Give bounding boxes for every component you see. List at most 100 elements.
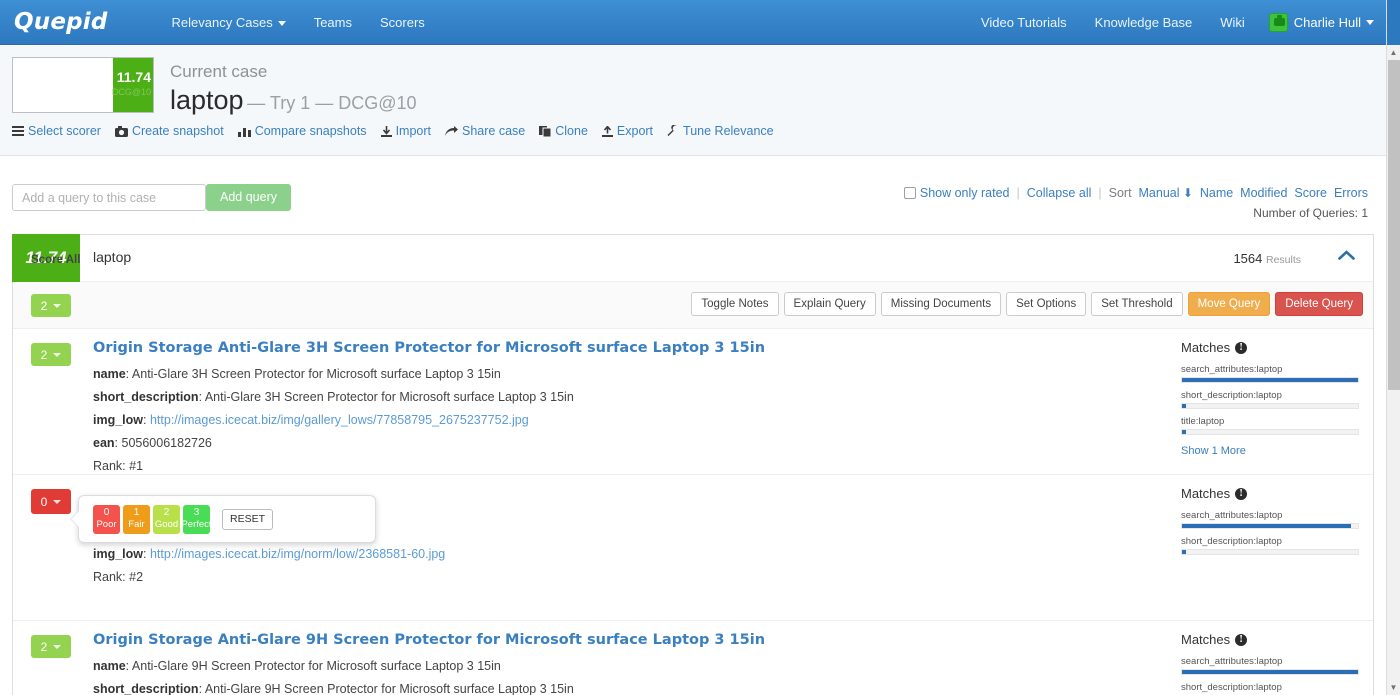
explain-query-button[interactable]: Explain Query xyxy=(783,292,876,316)
sort-errors-link[interactable]: Errors xyxy=(1334,186,1368,200)
document-rating-dropdown[interactable]: 0 xyxy=(31,489,71,514)
document-title[interactable]: Origin Storage Anti-Glare 9H Screen Prot… xyxy=(93,632,765,648)
case-score-value: 11.74 xyxy=(116,69,151,85)
matches-title: Matches ! xyxy=(1181,632,1359,647)
nav-item-knowledge-base[interactable]: Knowledge Base xyxy=(1081,0,1207,45)
match-bar-fill xyxy=(1182,378,1358,382)
sort-score-link[interactable]: Score xyxy=(1294,186,1327,200)
rating-option-poor[interactable]: 0 Poor xyxy=(93,504,120,534)
info-circle-icon[interactable]: ! xyxy=(1235,341,1248,354)
match-label: title:laptop xyxy=(1181,416,1225,427)
match-bar xyxy=(1181,549,1359,555)
rating-popover: 0 Poor 1 Fair 2 Good 3 Perfect RESET xyxy=(70,495,376,543)
document-rating-dropdown[interactable]: 2 xyxy=(31,635,71,658)
match-bar xyxy=(1181,429,1359,435)
collapse-all-link[interactable]: Collapse all xyxy=(1027,186,1092,200)
list-item: search_attributes:laptop xyxy=(1181,656,1359,675)
document-field-name: name: Anti-Glare 9H Screen Protector for… xyxy=(93,659,501,673)
import-link[interactable]: Import xyxy=(380,124,431,138)
info-circle-icon[interactable]: ! xyxy=(1235,633,1248,646)
set-options-button[interactable]: Set Options xyxy=(1006,292,1087,316)
field-key: short_description xyxy=(93,682,199,695)
query-text[interactable]: laptop xyxy=(93,249,131,265)
select-scorer-link[interactable]: Select scorer xyxy=(12,124,101,138)
document-body: Origin Storage Anti-Glare 9H Screen Prot… xyxy=(93,621,1153,695)
field-value-link[interactable]: http://images.icecat.biz/img/norm/low/23… xyxy=(150,547,445,561)
rating-pill[interactable]: 2 xyxy=(31,635,71,658)
page-scrollbar[interactable]: ▲ ▼ xyxy=(1386,0,1400,695)
top-navbar: Quepid Relevancy Cases Teams Scorers Vid… xyxy=(0,0,1386,45)
score-all-dropdown[interactable]: 2 xyxy=(31,294,71,317)
nav-item-wiki[interactable]: Wiki xyxy=(1206,0,1259,45)
case-subtitle: — Try 1 — DCG@10 xyxy=(247,93,417,113)
document-field-img-low: img_low: http://images.icecat.biz/img/no… xyxy=(93,547,446,561)
tune-relevance-link[interactable]: Tune Relevance xyxy=(667,124,774,138)
sort-modified-link[interactable]: Modified xyxy=(1240,186,1287,200)
nav-item-relevancy-cases[interactable]: Relevancy Cases xyxy=(158,0,300,45)
show-only-rated-label[interactable]: Show only rated xyxy=(920,186,1010,200)
rating-option-perfect[interactable]: 3 Perfect xyxy=(181,504,212,534)
field-value: 5056006182726 xyxy=(121,436,212,450)
score-all-value: 2 xyxy=(40,298,48,313)
match-bar-fill xyxy=(1182,550,1186,554)
create-snapshot-link[interactable]: Create snapshot xyxy=(114,124,224,138)
document-field-ean: ean: 5056006182726 xyxy=(93,436,212,450)
user-name: Charlie Hull xyxy=(1293,14,1361,30)
scroll-down-arrow-icon[interactable]: ▼ xyxy=(1387,681,1400,695)
match-label: short_description:laptop xyxy=(1181,536,1282,547)
query-actions-bar: Score All 2 Toggle Notes Explain Query M… xyxy=(13,254,1373,329)
clone-link[interactable]: Clone xyxy=(539,124,588,138)
divider: | xyxy=(1016,186,1020,200)
nav-item-scorers[interactable]: Scorers xyxy=(366,0,439,45)
nav-item-video-tutorials[interactable]: Video Tutorials xyxy=(967,0,1081,45)
export-label: Export xyxy=(616,124,654,138)
app-logo[interactable]: Quepid xyxy=(14,9,108,35)
score-all-pill[interactable]: 2 xyxy=(31,294,71,317)
number-of-queries: Number of Queries: 1 xyxy=(1253,206,1368,220)
camera-icon xyxy=(114,125,128,137)
show-only-rated-checkbox[interactable] xyxy=(903,187,916,199)
rating-pill[interactable]: 0 xyxy=(31,489,71,514)
compare-snapshots-label: Compare snapshots xyxy=(254,124,367,138)
document-rating-dropdown[interactable]: 2 xyxy=(31,343,71,366)
rating-option-good[interactable]: 2 Good xyxy=(153,504,180,534)
matches-title-label: Matches xyxy=(1181,486,1231,501)
set-threshold-button[interactable]: Set Threshold xyxy=(1091,292,1183,316)
case-score-sparkline xyxy=(13,58,113,112)
share-case-link[interactable]: Share case xyxy=(445,124,525,138)
show-more-link[interactable]: Show 1 More xyxy=(1181,445,1246,457)
chevron-down-icon xyxy=(277,20,286,26)
sort-name-link[interactable]: Name xyxy=(1200,186,1233,200)
add-query-button[interactable]: Add query xyxy=(206,184,291,211)
nav-label-relevancy-cases: Relevancy Cases xyxy=(171,14,273,30)
field-key: img_low xyxy=(93,547,144,561)
rating-pill[interactable]: 2 xyxy=(31,343,71,366)
field-value: Anti-Glare 3H Screen Protector for Micro… xyxy=(204,390,574,404)
match-label: search_attributes:laptop xyxy=(1181,656,1283,667)
document-title[interactable]: Origin Storage Anti-Glare 3H Screen Prot… xyxy=(93,340,765,356)
nav-item-teams[interactable]: Teams xyxy=(300,0,366,45)
rating-option-fair[interactable]: 1 Fair xyxy=(123,504,150,534)
user-menu[interactable]: Charlie Hull xyxy=(1259,12,1374,32)
match-bar-fill xyxy=(1182,430,1186,434)
move-query-button[interactable]: Move Query xyxy=(1187,292,1271,316)
add-query-input[interactable] xyxy=(12,184,206,211)
matches-panel: Matches ! search_attributes:laptop short… xyxy=(1181,632,1359,695)
field-key: ean xyxy=(93,436,115,450)
case-score-badge: 11.74 DCG@10 xyxy=(112,58,153,112)
reset-rating-button[interactable]: RESET xyxy=(222,508,274,530)
scrollbar-thumb[interactable] xyxy=(1388,60,1400,390)
compare-snapshots-link[interactable]: Compare snapshots xyxy=(237,124,367,138)
sort-manual-link[interactable]: Manual xyxy=(1139,186,1180,200)
arrow-down-icon: ⬇ xyxy=(1179,186,1193,200)
chevron-up-icon[interactable] xyxy=(1338,249,1355,264)
scroll-up-arrow-icon[interactable]: ▲ xyxy=(1387,46,1400,60)
toggle-notes-button[interactable]: Toggle Notes xyxy=(691,292,779,316)
field-value-link[interactable]: http://images.icecat.biz/img/gallery_low… xyxy=(150,413,529,427)
match-bar-fill xyxy=(1182,524,1351,528)
create-snapshot-label: Create snapshot xyxy=(131,124,224,138)
info-circle-icon[interactable]: ! xyxy=(1235,487,1248,500)
missing-documents-button[interactable]: Missing Documents xyxy=(880,292,1002,316)
export-link[interactable]: Export xyxy=(601,124,654,138)
delete-query-button[interactable]: Delete Query xyxy=(1275,292,1363,316)
